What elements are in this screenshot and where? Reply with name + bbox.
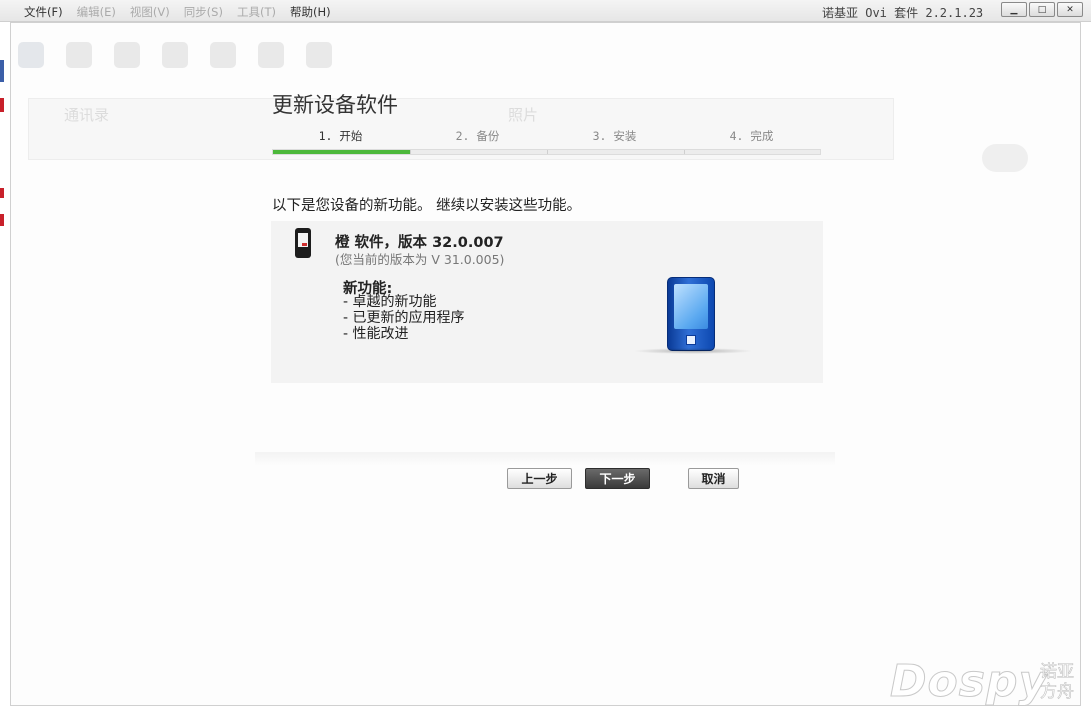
watermark-sub-logo: 诺亚方舟 [1040, 662, 1075, 703]
intro-text: 以下是您设备的新功能。 继续以安装这些功能。 [272, 198, 582, 214]
window-controls: ▁ □ ✕ [1001, 2, 1083, 17]
list-item: - 性能改进 [343, 326, 409, 342]
current-version: (您当前的版本为 V 31.0.005) [335, 252, 505, 267]
wizard-title: 更新设备软件 [272, 93, 398, 117]
step-progress-track [272, 149, 821, 155]
list-item: - 卓越的新功能 [343, 294, 437, 310]
cloud-icon [982, 144, 1028, 172]
step-progress-fill [273, 150, 410, 154]
watermark-logo: Dospy [889, 656, 1049, 708]
minimize-icon[interactable]: ▁ [1001, 2, 1027, 17]
menu-tools[interactable]: 工具(T) [237, 4, 276, 20]
title-bar: 文件(F) 编辑(E) 视图(V) 同步(S) 工具(T) 帮助(H) 诺基亚 … [0, 0, 1091, 22]
features-list: - 卓越的新功能 - 已更新的应用程序 - 性能改进 [343, 294, 465, 342]
step-separator [410, 150, 411, 154]
close-icon[interactable]: ✕ [1057, 2, 1083, 17]
background-toolbar [18, 42, 332, 68]
menu-sync[interactable]: 同步(S) [184, 4, 223, 20]
edge-mark [0, 188, 4, 198]
edge-mark [0, 214, 4, 226]
folder-icon [66, 42, 92, 68]
divider [255, 452, 835, 466]
music-icon [210, 42, 236, 68]
step-separator [684, 150, 685, 154]
back-button[interactable]: 上一步 [507, 468, 572, 489]
phone-illustration-icon [667, 277, 715, 351]
list-item: - 已更新的应用程序 [343, 310, 465, 326]
step-install: 3. 安装 [592, 129, 637, 143]
next-button[interactable]: 下一步 [585, 468, 650, 489]
software-info-box: 橙 软件，版本 32.0.007 (您当前的版本为 V 31.0.005) 新功… [271, 221, 823, 383]
maps-icon [258, 42, 284, 68]
menu-view[interactable]: 视图(V) [130, 4, 170, 20]
cancel-button[interactable]: 取消 [688, 468, 739, 489]
edge-mark [0, 98, 4, 112]
device-icon [295, 228, 311, 258]
contacts-icon [114, 42, 140, 68]
menu-bar: 文件(F) 编辑(E) 视图(V) 同步(S) 工具(T) 帮助(H) [24, 4, 331, 20]
menu-edit[interactable]: 编辑(E) [77, 4, 116, 20]
step-finish: 4. 完成 [729, 129, 774, 143]
step-separator [547, 150, 548, 154]
photos-icon [162, 42, 188, 68]
home-icon [18, 42, 44, 68]
menu-file[interactable]: 文件(F) [24, 4, 63, 20]
maximize-icon[interactable]: □ [1029, 2, 1055, 17]
background-photos-label: 照片 [508, 106, 539, 124]
menu-help[interactable]: 帮助(H) [290, 4, 331, 20]
app-title: 诺基亚 Ovi 套件 2.2.1.23 [822, 6, 984, 20]
phone-shadow [633, 348, 753, 354]
background-contacts-label: 通讯录 [64, 106, 110, 124]
edge-mark [0, 60, 4, 82]
phone-icon [306, 42, 332, 68]
step-start: 1. 开始 [318, 129, 363, 143]
step-backup: 2. 备份 [455, 129, 500, 143]
step-indicator: 1. 开始 2. 备份 3. 安装 4. 完成 [272, 128, 821, 156]
